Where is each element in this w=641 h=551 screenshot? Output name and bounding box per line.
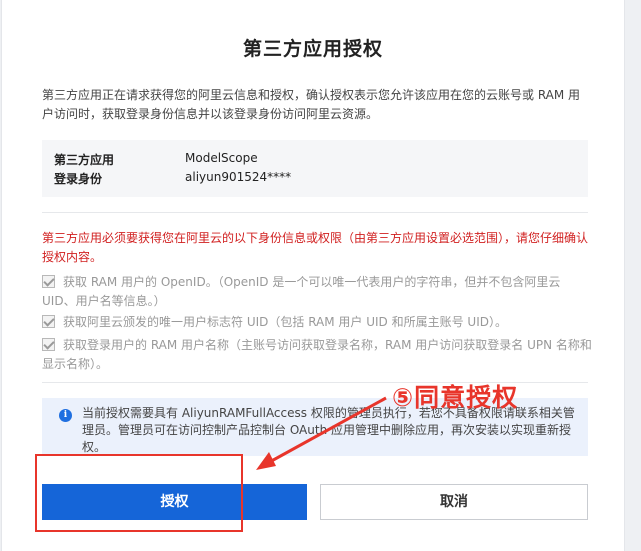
annotation-arrow-icon — [256, 396, 387, 470]
